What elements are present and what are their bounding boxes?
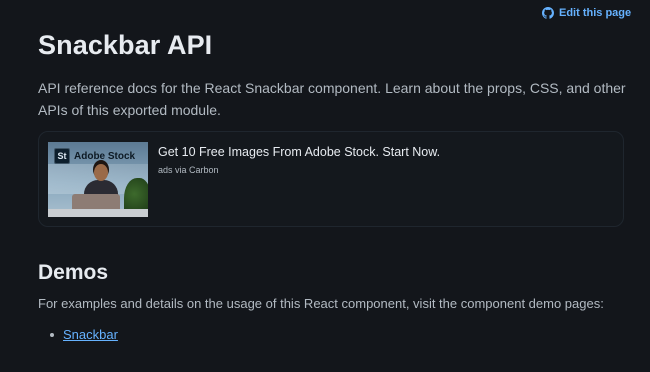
- page-description: API reference docs for the React Snackba…: [38, 80, 626, 118]
- adobe-stock-logo-text: Adobe Stock: [74, 150, 136, 162]
- edit-page-link[interactable]: Edit this page: [542, 7, 631, 19]
- adobe-stock-logo-mark: St: [54, 148, 70, 164]
- demos-heading: Demos: [38, 261, 109, 284]
- snackbar-demo-link[interactable]: Snackbar: [63, 325, 118, 345]
- ad-image[interactable]: St Adobe Stock: [48, 142, 148, 217]
- carbon-ad: St Adobe Stock Get 10 Free Images From A…: [38, 131, 624, 227]
- ad-image-person-head: [94, 164, 108, 181]
- demos-description: For examples and details on the usage of…: [38, 296, 604, 311]
- page-title: Snackbar API: [38, 30, 213, 60]
- ad-headline[interactable]: Get 10 Free Images From Adobe Stock. Sta…: [158, 145, 440, 159]
- adobe-stock-logo: St Adobe Stock: [54, 148, 135, 164]
- edit-page-label: Edit this page: [559, 7, 632, 19]
- list-item: Snackbar: [38, 325, 118, 345]
- bullet-icon: [50, 333, 54, 337]
- ad-via-carbon[interactable]: ads via Carbon: [158, 165, 219, 175]
- github-icon: [542, 7, 554, 19]
- demo-list: Snackbar: [38, 325, 118, 345]
- ad-image-desk: [48, 209, 148, 217]
